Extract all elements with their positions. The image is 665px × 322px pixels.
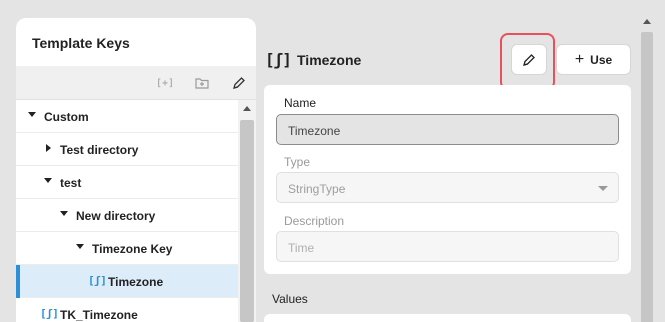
add-key-icon[interactable]: [+]: [156, 74, 174, 92]
tree-item-label: TK_Timezone: [60, 308, 138, 322]
tree-item-timezone[interactable]: [ʃ] Timezone: [16, 265, 238, 298]
panel-title: Template Keys: [32, 35, 130, 51]
chevron-down-icon: [598, 186, 608, 191]
type-select[interactable]: StringType: [276, 172, 619, 203]
add-folder-icon[interactable]: [193, 74, 211, 92]
tree-item-custom[interactable]: Custom: [16, 100, 238, 133]
edit-button[interactable]: [511, 44, 547, 75]
tree-item-label: Custom: [44, 110, 89, 124]
scrollbar-thumb[interactable]: [240, 120, 254, 322]
description-field[interactable]: Time: [276, 231, 619, 262]
caret-down-icon[interactable]: [44, 178, 52, 183]
tree-item-label: test: [60, 176, 82, 190]
type-select-value: StringType: [288, 182, 346, 196]
caret-down-icon[interactable]: [76, 244, 84, 249]
values-card: [264, 314, 631, 322]
tree-item-test[interactable]: test: [16, 166, 238, 199]
tree-item-label: Timezone: [108, 275, 164, 289]
template-key-icon: [ʃ]: [265, 50, 292, 69]
tree-item-label: Test directory: [60, 143, 139, 157]
tree-item-tk-timezone[interactable]: [ʃ] TK_Timezone: [16, 298, 238, 322]
detail-title: Timezone: [297, 52, 362, 68]
template-key-icon: [ʃ]: [40, 307, 59, 320]
edit-icon[interactable]: [230, 74, 248, 92]
use-button[interactable]: + Use: [556, 44, 631, 75]
tree-item-new-directory[interactable]: New directory: [16, 199, 238, 232]
scrollbar-thumb[interactable]: [641, 32, 653, 322]
tree-item-label: New directory: [76, 209, 156, 223]
tree-scrollbar[interactable]: [238, 100, 256, 322]
plus-icon: +: [574, 50, 585, 68]
name-label: Name: [284, 96, 317, 110]
template-key-icon: [ʃ]: [88, 274, 107, 287]
key-properties-card: Name Timezone Type StringType Descriptio…: [264, 85, 631, 274]
description-label: Description: [284, 214, 345, 228]
caret-down-icon[interactable]: [60, 211, 68, 216]
tree-toolbar: [+]: [16, 66, 256, 100]
template-keys-panel: Template Keys [+] Custom Test directory …: [16, 18, 256, 322]
scroll-up-icon[interactable]: [643, 19, 651, 24]
use-button-label: Use: [590, 52, 613, 67]
values-label: Values: [272, 292, 308, 306]
tree-item-timezone-key[interactable]: Timezone Key: [16, 232, 238, 265]
pencil-icon: [523, 53, 535, 66]
caret-right-icon[interactable]: [46, 144, 51, 152]
scroll-up-icon[interactable]: [243, 106, 251, 111]
tree-item-label: Timezone Key: [92, 242, 173, 256]
name-field[interactable]: Timezone: [276, 114, 619, 145]
tree-item-test-directory[interactable]: Test directory: [16, 133, 238, 166]
type-label: Type: [284, 155, 311, 169]
template-tree: Custom Test directory test New directory…: [16, 100, 238, 322]
caret-down-icon[interactable]: [28, 112, 36, 117]
detail-scrollbar[interactable]: [640, 16, 654, 322]
